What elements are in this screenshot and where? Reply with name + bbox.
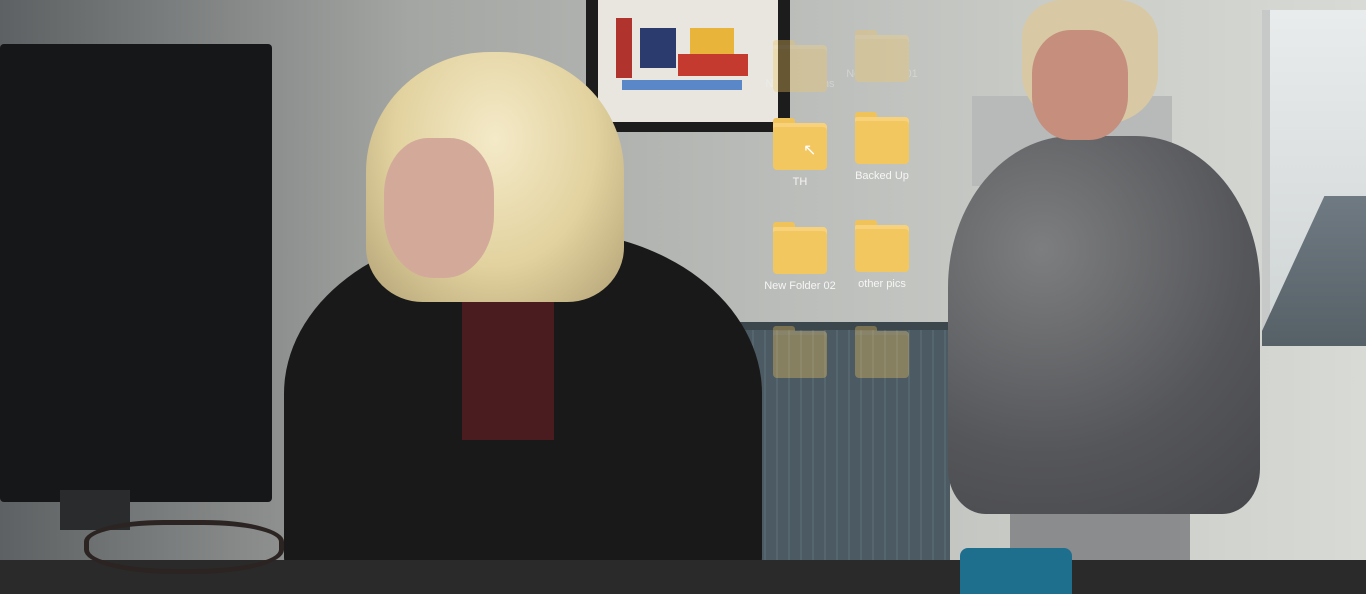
folder-th[interactable]: TH: [755, 118, 845, 188]
folder-label: Backed Up: [855, 170, 909, 182]
folder-unlabeled-1[interactable]: [755, 326, 845, 384]
folder-icon: [773, 118, 827, 170]
folder-icon: [855, 326, 909, 378]
folder-backed-up[interactable]: Backed Up: [837, 112, 927, 182]
folder-icon: [773, 40, 827, 92]
folder-icon: [855, 220, 909, 272]
folder-new-folder-02[interactable]: New Folder 02: [755, 222, 845, 292]
coffee-mug: [960, 548, 1072, 594]
office-scene: [0, 0, 1366, 594]
computer-monitor: [0, 44, 272, 502]
folder-label: New Folder 02: [764, 280, 836, 292]
folder-icon: [855, 112, 909, 164]
folder-new-folder-01[interactable]: New Folder 01: [837, 30, 927, 82]
sunglasses: [84, 520, 284, 574]
person-left-top: [462, 290, 554, 440]
folder-icon: [773, 326, 827, 378]
person-right-blouse: [948, 136, 1260, 514]
folder-icon: [773, 222, 827, 274]
folder-icon: [855, 30, 909, 82]
folder-label: TH: [792, 176, 808, 188]
folder-other-pics[interactable]: other pics: [837, 220, 927, 290]
person-right-face: [1032, 30, 1128, 140]
mouse-cursor-icon: ↖: [803, 142, 817, 159]
folder-unlabeled-2[interactable]: [837, 326, 927, 384]
artwork-canvas: [598, 0, 778, 122]
folder-label: other pics: [858, 278, 906, 290]
folder-new-uniforms[interactable]: New Uniforms: [755, 40, 845, 92]
person-left-face: [384, 138, 494, 278]
